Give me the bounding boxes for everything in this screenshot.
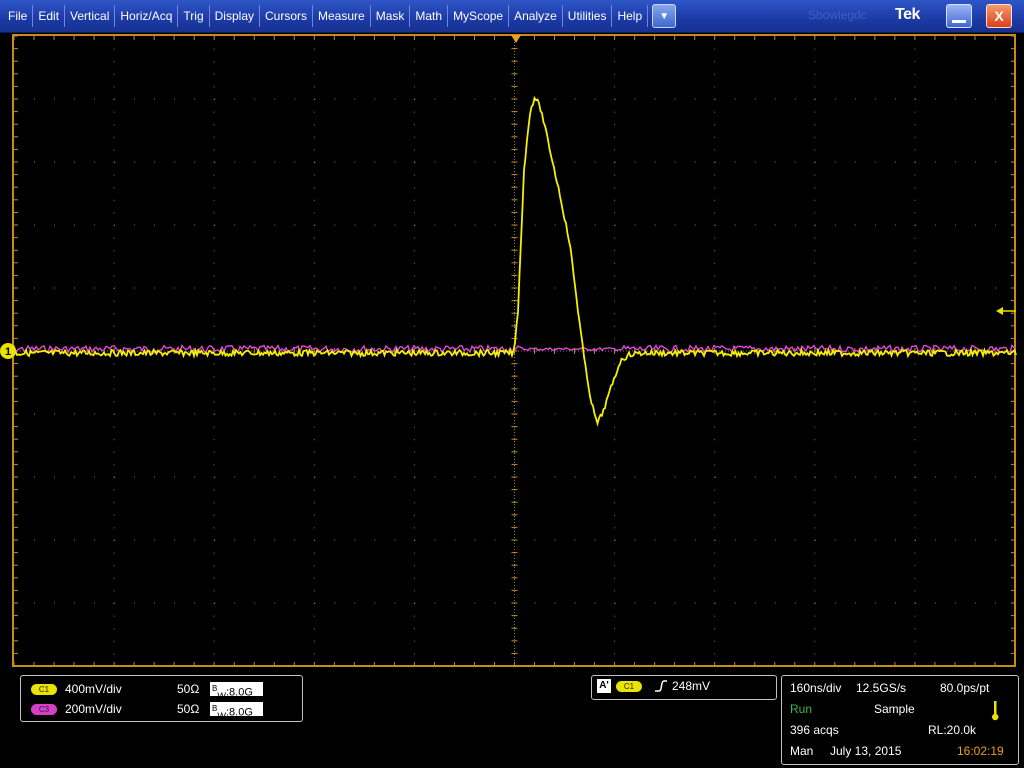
acquisition-readout[interactable]: 160ns/div 12.5GS/s 80.0ps/pt Run Sample … (781, 675, 1019, 765)
graticule-and-traces: 1 (0, 35, 1017, 667)
trigger-level-marker[interactable] (996, 307, 1016, 315)
trigger-row: A' C1 248mV (597, 679, 710, 693)
channel-1-scale: 400mV/div (65, 682, 122, 696)
trigger-level: 248mV (672, 679, 711, 693)
record-length: RL:20.0k (928, 723, 977, 737)
channel-readouts: C1 400mV/div 50Ω BW:8.0G C3 200mV/div 50… (20, 675, 303, 722)
channel-1-impedance: 50Ω (177, 682, 200, 696)
acquisition-time: 16:02:19 (957, 744, 1004, 758)
trigger-mode: Man (790, 744, 814, 758)
trigger-source-badge: C1 (616, 680, 642, 692)
c1-waveform-trace (1, 95, 1017, 427)
time-resolution: 80.0ps/pt (940, 681, 990, 695)
svg-text:1: 1 (5, 346, 11, 358)
channel-3-readout[interactable]: C3 200mV/div 50Ω BW:8.0G (31, 700, 301, 721)
rising-edge-icon (655, 680, 667, 692)
sample-rate: 12.5GS/s (856, 681, 907, 695)
trigger-position-marker[interactable] (511, 35, 521, 43)
channel-1-readout[interactable]: C1 400mV/div 50Ω BW:8.0G (31, 680, 301, 701)
time-per-division: 160ns/div (790, 681, 842, 695)
trigger-status-icon (992, 701, 999, 721)
trigger-readout[interactable]: A' C1 248mV (591, 675, 777, 700)
ch1-ground-marker[interactable]: 1 (0, 343, 16, 359)
channel-3-bandwidth: BW:8.0G (210, 702, 263, 721)
run-state[interactable]: Run (790, 702, 812, 716)
trigger-mode-label: A' (597, 679, 611, 693)
channel-3-scale: 200mV/div (65, 702, 122, 716)
channel-1-bandwidth: BW:8.0G (210, 682, 263, 701)
acquisition-date: July 13, 2015 (830, 744, 902, 758)
channel-3-badge[interactable]: C3 (31, 703, 57, 715)
channel-1-badge[interactable]: C1 (31, 683, 57, 695)
channel-3-impedance: 50Ω (177, 702, 200, 716)
acquisition-mode: Sample (874, 702, 915, 716)
acquisition-count: 396 acqs (790, 723, 839, 737)
readout-panel: C1 400mV/div 50Ω BW:8.0G C3 200mV/div 50… (0, 669, 1024, 768)
